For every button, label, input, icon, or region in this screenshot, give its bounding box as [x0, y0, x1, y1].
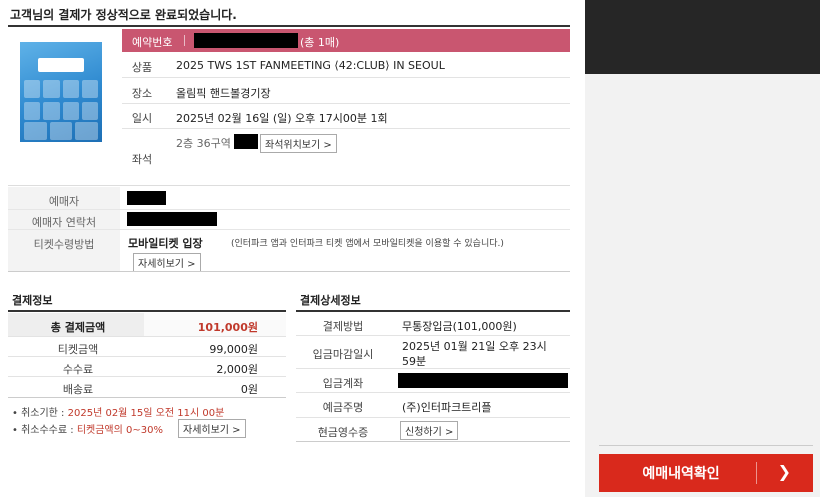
redacted-reservation-number: [194, 33, 298, 48]
cash-receipt-apply-button[interactable]: 신청하기 >: [400, 421, 459, 440]
deposit-deadline-value-line1: 2025년 01월 21일 오후 23시: [402, 340, 547, 353]
seat-location-button[interactable]: 좌석위치보기 >: [260, 134, 337, 153]
reservation-divider: [184, 35, 185, 46]
ticket-amount-value: 99,000원: [209, 343, 258, 356]
venue-row: 장소 올림픽 핸드볼경기장: [122, 78, 570, 104]
payment-method-row: 결제방법 무통장입금(101,000원): [296, 312, 570, 336]
date-value: 2025년 02월 16일 (일) 오후 17시00분 1회: [176, 112, 388, 125]
venue-value: 올림픽 핸드볼경기장: [176, 87, 271, 100]
deposit-account-row: 입금계좌: [296, 369, 570, 393]
page-title: 고객님의 결제가 정상적으로 완료되었습니다.: [10, 8, 237, 22]
cancel-deadline-value: 2025년 02월 15일 오전 11시 00분: [67, 408, 225, 419]
total-amount-label: 총 결제금액: [50, 321, 106, 334]
product-label: 상품: [131, 61, 153, 74]
ticket-amount-row: 티켓금액 99,000원: [8, 337, 286, 357]
main-content: 고객님의 결제가 정상적으로 완료되었습니다. 예약번호 (총 1매) 상품 2…: [0, 0, 585, 497]
product-row: 상품 2025 TWS 1ST FANMEETING ⟨42:CLUB⟩ IN …: [122, 52, 570, 78]
redacted-buyer-name: [127, 191, 166, 205]
cancel-fee-detail-button[interactable]: 자세히보기 >: [178, 419, 246, 438]
booking-history-label: 예매내역확인: [642, 466, 720, 482]
seat-value: 2층 36구역: [176, 137, 231, 150]
cancel-fee-note: • 취소수수료 : 티켓금액의 0~30%: [12, 425, 163, 436]
seat-label: 좌석: [131, 153, 153, 166]
ticket-method-value: 모바일티켓 입장: [128, 237, 203, 250]
total-amount-row: 총 결제금액 101,000원: [8, 313, 286, 337]
product-value: 2025 TWS 1ST FANMEETING ⟨42:CLUB⟩ IN SEO…: [176, 59, 445, 72]
ticket-amount-label: 티켓금액: [57, 343, 99, 356]
chevron-right-icon: ❯: [777, 462, 791, 481]
shipping-row: 배송료 0원: [8, 377, 286, 398]
deposit-deadline-value-line2: 59분: [402, 355, 427, 368]
deposit-account-label: 입금계좌: [322, 377, 364, 390]
redacted-seat: [234, 134, 258, 149]
cash-receipt-row: 현금영수증 신청하기 >: [296, 418, 570, 442]
venue-label: 장소: [131, 87, 153, 100]
reservation-count: (총 1매): [300, 36, 340, 49]
seat-row: 좌석 2층 36구역 좌석위치보기 >: [122, 129, 570, 185]
deposit-deadline-row: 입금마감일시 2025년 01월 21일 오후 23시 59분: [296, 336, 570, 369]
depositor-value: (주)인터파크트리플: [402, 401, 492, 414]
reservation-number-label: 예약번호: [132, 36, 173, 49]
cancel-deadline-label: 취소기한 :: [21, 408, 65, 419]
payment-method-value: 무통장입금(101,000원): [402, 320, 517, 333]
right-panel: 예매내역확인 ❯: [585, 0, 820, 497]
reservation-bar: 예약번호 (총 1매): [122, 29, 570, 52]
buyer-name-label: 예매자: [48, 195, 80, 208]
poster-logo: [38, 58, 84, 72]
right-panel-divider: [599, 445, 813, 446]
shipping-label: 배송료: [62, 383, 94, 396]
section-divider: [8, 185, 570, 186]
ticket-method-label: 티켓수령방법: [33, 238, 95, 251]
cash-receipt-label: 현금영수증: [317, 426, 369, 439]
booking-history-button[interactable]: 예매내역확인 ❯: [599, 454, 813, 492]
depositor-row: 예금주명 (주)인터파크트리플: [296, 393, 570, 418]
deposit-deadline-label: 입금마감일시: [312, 348, 374, 361]
title-divider: [8, 25, 570, 27]
fee-row: 수수료 2,000원: [8, 357, 286, 377]
button-separator: [756, 462, 757, 484]
cancel-fee-label: 취소수수료 :: [21, 425, 74, 436]
redacted-buyer-contact: [127, 212, 217, 226]
depositor-label: 예금주명: [322, 401, 364, 414]
shipping-value: 0원: [240, 383, 258, 396]
buyer-contact-label: 예매자 연락처: [31, 216, 97, 229]
event-poster: [20, 42, 102, 142]
date-row: 일시 2025년 02월 16일 (일) 오후 17시00분 1회: [122, 104, 570, 129]
date-label: 일시: [131, 112, 153, 125]
total-amount-value: 101,000원: [197, 321, 258, 334]
cancel-deadline-note: • 취소기한 : 2025년 02월 15일 오전 11시 00분: [12, 408, 225, 419]
ticket-detail-button[interactable]: 자세히보기 >: [133, 253, 201, 272]
payment-detail-title: 결제상세정보: [300, 294, 361, 307]
cancel-fee-value: 티켓금액의 0~30%: [76, 425, 163, 436]
fee-label: 수수료: [62, 363, 94, 376]
payment-info-title: 결제정보: [12, 294, 53, 307]
payment-method-label: 결제방법: [322, 320, 364, 333]
redacted-deposit-account: [398, 373, 568, 388]
right-panel-header: [585, 0, 820, 74]
fee-value: 2,000원: [216, 363, 258, 376]
ticket-method-desc: (인터파크 앱과 인터파크 티켓 앱에서 모바일티켓을 이용할 수 있습니다.): [231, 239, 504, 249]
